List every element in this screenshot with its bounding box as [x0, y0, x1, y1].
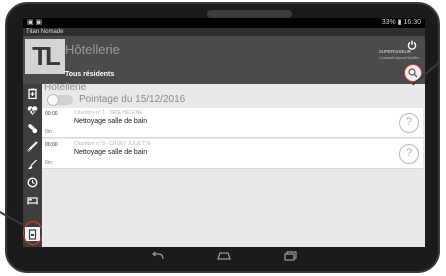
app-logo: TL [25, 39, 65, 74]
section-title: Hôtellerie [44, 82, 87, 93]
highlight-ring-sidebar [23, 221, 43, 245]
task-room: Chambre n° 8 - CRUET JULIETTE [74, 141, 151, 147]
status-bar: ▣ ▣ 33% ▮ 16:30 [23, 18, 425, 28]
task-duration: 0m [45, 129, 52, 135]
pills-icon [28, 123, 38, 133]
task-card[interactable]: 00:00 Chambre n° 1 - SRIE HELENE Nettoya… [42, 108, 423, 138]
toggle-knob [47, 94, 59, 106]
task-room: Chambre n° 1 - SRIE HELENE [74, 110, 143, 116]
status-battery-clock: 33% ▮ 16:30 [381, 19, 421, 26]
task-duration: 0m [45, 160, 52, 166]
broom-icon [28, 159, 37, 169]
user-name: SUPERVISEUR [378, 49, 411, 54]
tablet-speaker [207, 10, 292, 18]
help-button[interactable]: ? [399, 144, 419, 164]
sidebar-item-schedule[interactable] [25, 175, 40, 189]
sidebar-item-vitals[interactable] [25, 103, 40, 117]
main-content: Hôtellerie Pointage du 15/12/2016 00:00 … [42, 82, 425, 247]
clock-icon [27, 176, 38, 188]
task-time: 00:00 [45, 111, 58, 117]
android-nav-bar [23, 247, 425, 265]
help-button[interactable]: ? [399, 113, 419, 133]
back-icon[interactable] [150, 251, 166, 261]
task-time: 00:00 [45, 142, 58, 148]
task-name: Nettoyage salle de bain [74, 149, 148, 156]
sidebar-item-clipboard[interactable] [25, 86, 40, 100]
home-icon[interactable] [216, 251, 232, 261]
resident-filter[interactable]: Tous résidents [65, 71, 114, 78]
task-name: Nettoyage salle de bain [74, 118, 148, 125]
sidebar-item-rooms[interactable] [25, 193, 40, 207]
bed-icon [27, 196, 38, 204]
pointage-toggle[interactable] [47, 94, 73, 106]
task-card[interactable]: 00:00 Chambre n° 8 - CRUET JULIETTE Nett… [42, 139, 423, 169]
search-icon [408, 68, 418, 78]
syringe-icon [27, 140, 38, 152]
app-header: TL Hôtellerie SUPERVISEUR Connecté aujou… [23, 36, 425, 84]
clipboard-icon [28, 88, 37, 99]
heart-pulse-icon [27, 105, 38, 115]
status-icons: ▣ ▣ [27, 19, 43, 26]
app-screen: ▣ ▣ 33% ▮ 16:30 Titan Nomade TL Hôteller… [23, 18, 425, 247]
page-title: Hôtellerie [65, 42, 120, 57]
sidebar-item-cleaning[interactable] [25, 157, 40, 171]
user-session-info: Connecté aujourd'hui 8hx [379, 56, 419, 60]
sidebar-item-injection[interactable] [25, 139, 40, 153]
sidebar [23, 84, 43, 247]
recent-apps-icon[interactable] [282, 251, 298, 261]
window-title: Titan Nomade [23, 28, 425, 36]
pointage-label: Pointage du 15/12/2016 [79, 94, 186, 105]
sidebar-item-medication[interactable] [25, 121, 40, 135]
